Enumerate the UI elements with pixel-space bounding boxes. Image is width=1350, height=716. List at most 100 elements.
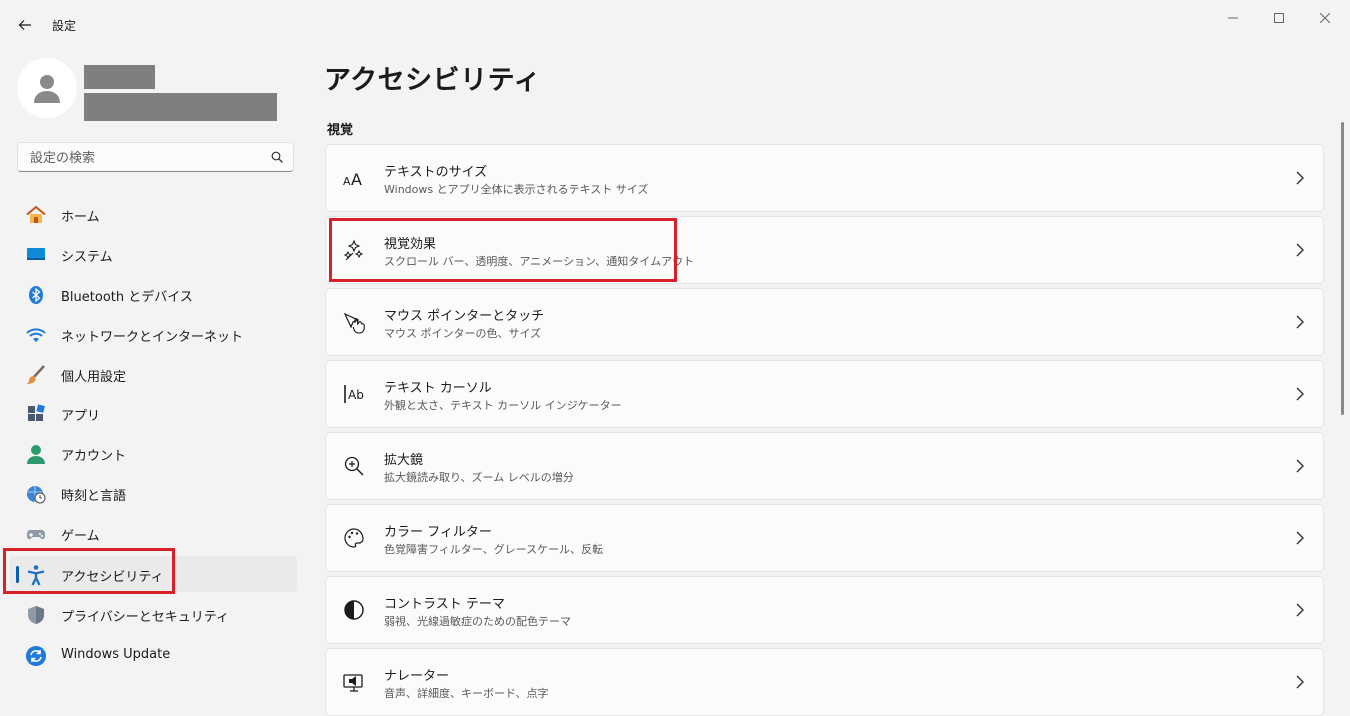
account-name-redacted	[84, 65, 155, 89]
search-icon[interactable]	[271, 151, 283, 163]
visual-effects-icon	[342, 238, 366, 262]
sidebar-item-time-language[interactable]: 時刻と言語	[10, 475, 297, 511]
chevron-right-icon	[1296, 459, 1304, 473]
sidebar-item-label: ホーム	[61, 210, 100, 225]
account-icon	[25, 443, 47, 465]
sidebar-item-gaming[interactable]: ゲーム	[10, 515, 297, 551]
account-email-redacted	[84, 93, 277, 121]
card-subtitle: 拡大鏡読み取り、ズーム レベルの増分	[384, 471, 574, 484]
sidebar-item-label: アカウント	[61, 449, 127, 464]
app-title: 設定	[52, 19, 77, 33]
system-monitor-icon	[25, 244, 47, 266]
card-color-filter[interactable]: カラー フィルター 色覚障害フィルター、グレースケール、反転	[325, 504, 1324, 572]
chevron-right-icon	[1296, 315, 1304, 329]
sidebar-item-label: アクセシビリティ	[61, 570, 164, 585]
sidebar-item-label: Windows Update	[61, 647, 171, 662]
sidebar-item-accounts[interactable]: アカウント	[10, 435, 297, 471]
maximize-button[interactable]	[1256, 6, 1302, 30]
card-visual-effects[interactable]: 視覚効果 スクロール バー、透明度、アニメーション、通知タイムアウト	[325, 216, 1324, 284]
card-title: テキストのサイズ	[384, 165, 488, 180]
sidebar-item-label: ゲーム	[61, 529, 100, 544]
sidebar-item-label: プライバシーとセキュリティ	[61, 610, 229, 625]
card-subtitle: 弱視、光線過敏症のための配色テーマ	[384, 615, 571, 628]
magnifier-icon	[342, 454, 366, 478]
close-button[interactable]	[1302, 6, 1348, 30]
card-narrator[interactable]: ナレーター 音声、詳細度、キーボード、点字	[325, 648, 1324, 716]
sidebar-item-label: 時刻と言語	[61, 489, 127, 504]
sidebar-item-system[interactable]: システム	[10, 236, 297, 272]
sidebar-item-label: 個人用設定	[61, 370, 127, 385]
chevron-right-icon	[1296, 243, 1304, 257]
user-icon	[34, 75, 60, 103]
apps-icon	[25, 403, 47, 425]
card-subtitle: Windows とアプリ全体に表示されるテキスト サイズ	[384, 183, 649, 196]
card-title: 視覚効果	[384, 237, 437, 252]
card-text-size[interactable]: AA テキストのサイズ Windows とアプリ全体に表示されるテキスト サイズ	[325, 144, 1324, 212]
svg-text:A: A	[351, 170, 362, 189]
gamepad-icon	[25, 523, 47, 545]
card-title: 拡大鏡	[384, 453, 424, 468]
shield-icon	[25, 604, 47, 626]
close-icon	[1320, 13, 1330, 23]
maximize-icon	[1274, 13, 1284, 23]
sidebar-item-home[interactable]: ホーム	[10, 196, 297, 232]
sidebar-item-personalization[interactable]: 個人用設定	[10, 356, 297, 392]
sidebar-item-label: Bluetooth とデバイス	[61, 290, 193, 305]
chevron-right-icon	[1296, 531, 1304, 545]
narrator-icon	[342, 670, 366, 694]
minimize-icon	[1228, 17, 1238, 19]
chevron-right-icon	[1296, 171, 1304, 185]
home-icon	[25, 204, 47, 226]
back-button[interactable]	[14, 14, 36, 36]
palette-icon	[342, 526, 366, 550]
mouse-pointer-icon	[342, 310, 366, 334]
card-subtitle: マウス ポインターの色、サイズ	[384, 327, 542, 340]
svg-text:A: A	[343, 175, 351, 188]
wifi-icon	[25, 324, 47, 346]
sidebar-item-bluetooth[interactable]: Bluetooth とデバイス	[10, 276, 297, 312]
card-title: マウス ポインターとタッチ	[384, 309, 545, 324]
active-indicator	[16, 566, 19, 583]
svg-text:Ab: Ab	[348, 388, 364, 402]
sidebar-item-label: システム	[61, 250, 113, 265]
minimize-button[interactable]	[1210, 6, 1256, 30]
search-input[interactable]	[28, 148, 262, 168]
card-text-cursor[interactable]: Ab テキスト カーソル 外観と太さ、テキスト カーソル インジケーター	[325, 360, 1324, 428]
chevron-right-icon	[1296, 603, 1304, 617]
sidebar-item-label: アプリ	[61, 409, 101, 424]
text-cursor-icon: Ab	[342, 382, 366, 406]
card-subtitle: 色覚障害フィルター、グレースケール、反転	[384, 543, 604, 556]
sidebar-item-accessibility[interactable]: アクセシビリティ	[10, 556, 297, 592]
card-title: テキスト カーソル	[384, 381, 492, 396]
paintbrush-icon	[25, 364, 47, 386]
bluetooth-icon	[25, 284, 47, 306]
text-size-icon: AA	[342, 166, 366, 190]
card-title: カラー フィルター	[384, 525, 492, 540]
chevron-right-icon	[1296, 675, 1304, 689]
title-bar: 設定	[0, 0, 1350, 48]
page-title: アクセシビリティ	[324, 65, 542, 96]
sidebar-item-label: ネットワークとインターネット	[61, 330, 244, 345]
card-subtitle: 音声、詳細度、キーボード、点字	[384, 687, 549, 700]
update-icon	[25, 645, 47, 667]
globe-clock-icon	[25, 483, 47, 505]
card-title: ナレーター	[384, 669, 450, 684]
sidebar-item-privacy[interactable]: プライバシーとセキュリティ	[10, 596, 297, 632]
section-label: 視覚	[327, 123, 354, 138]
sidebar-item-windows-update[interactable]: Windows Update	[10, 637, 297, 673]
search-box	[17, 142, 294, 172]
accessibility-icon	[25, 564, 47, 586]
card-magnifier[interactable]: 拡大鏡 拡大鏡読み取り、ズーム レベルの増分	[325, 432, 1324, 500]
scrollbar-thumb[interactable]	[1341, 122, 1344, 415]
card-subtitle: スクロール バー、透明度、アニメーション、通知タイムアウト	[384, 255, 695, 268]
chevron-right-icon	[1296, 387, 1304, 401]
card-subtitle: 外観と太さ、テキスト カーソル インジケーター	[384, 399, 622, 412]
card-contrast-themes[interactable]: コントラスト テーマ 弱視、光線過敏症のための配色テーマ	[325, 576, 1324, 644]
contrast-icon	[342, 598, 366, 622]
sidebar-item-apps[interactable]: アプリ	[10, 395, 297, 431]
back-arrow-icon	[18, 20, 31, 30]
avatar[interactable]	[17, 58, 77, 118]
sidebar-item-network[interactable]: ネットワークとインターネット	[10, 316, 297, 352]
card-title: コントラスト テーマ	[384, 597, 505, 612]
card-mouse-pointer[interactable]: マウス ポインターとタッチ マウス ポインターの色、サイズ	[325, 288, 1324, 356]
